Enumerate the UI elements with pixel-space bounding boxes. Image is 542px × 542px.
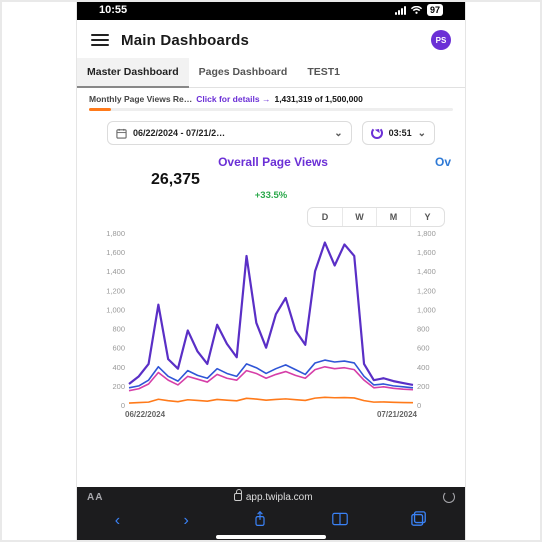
delta-value: +33.5% xyxy=(91,190,451,201)
period-switcher: D W M Y xyxy=(307,207,445,227)
svg-text:1,400: 1,400 xyxy=(417,267,436,276)
period-day[interactable]: D xyxy=(308,208,342,226)
x-axis-end: 07/21/2024 xyxy=(377,410,417,419)
address-bar[interactable]: app.twipla.com xyxy=(234,492,313,503)
tab-pages-dashboard[interactable]: Pages Dashboard xyxy=(189,58,298,87)
total-value: 26,375 xyxy=(151,171,451,189)
status-time: 10:55 xyxy=(99,4,127,16)
svg-text:1,800: 1,800 xyxy=(106,229,125,238)
date-range-picker[interactable]: 06/22/2024 - 07/21/2… ⌄ xyxy=(107,121,352,145)
nav-forward-button[interactable]: › xyxy=(184,513,189,529)
tab-master-dashboard[interactable]: Master Dashboard xyxy=(77,58,189,88)
menu-icon[interactable] xyxy=(91,31,109,49)
tab-test1[interactable]: TEST1 xyxy=(297,58,350,87)
svg-text:200: 200 xyxy=(417,382,430,391)
svg-text:600: 600 xyxy=(417,344,430,353)
svg-text:1,800: 1,800 xyxy=(417,229,436,238)
svg-text:1,000: 1,000 xyxy=(106,305,125,314)
quota-row[interactable]: Monthly Page Views Re… Click for details… xyxy=(77,88,465,108)
share-button[interactable] xyxy=(252,511,268,531)
battery-icon: 97 xyxy=(427,4,443,16)
svg-text:400: 400 xyxy=(417,363,430,372)
wifi-icon xyxy=(410,6,423,15)
line-chart: 0 0 200 200 400 400 600 600 800 800 1,000 1,000 1,20… xyxy=(91,229,451,419)
svg-text:800: 800 xyxy=(112,325,125,334)
chevron-down-icon: ⌄ xyxy=(418,128,426,139)
period-week[interactable]: W xyxy=(342,208,376,226)
bookmarks-button[interactable] xyxy=(332,512,348,530)
dashboard-tabs: Master Dashboard Pages Dashboard TEST1 xyxy=(77,58,465,88)
period-year[interactable]: Y xyxy=(410,208,444,226)
ios-status-bar: 10:55 97 xyxy=(77,0,465,20)
avatar[interactable]: PS xyxy=(431,30,451,50)
calendar-icon xyxy=(116,128,127,139)
chart-title: Overall Page Views xyxy=(121,155,425,169)
svg-text:0: 0 xyxy=(121,401,125,410)
page-views-card: Overall Page Views Ov 26,375 +33.5% D W … xyxy=(91,155,451,487)
x-axis-start: 06/22/2024 xyxy=(125,410,165,419)
tabs-button[interactable] xyxy=(411,511,427,531)
svg-text:1,200: 1,200 xyxy=(106,286,125,295)
svg-text:1,000: 1,000 xyxy=(417,305,436,314)
safari-chrome: AA app.twipla.com ‹ › xyxy=(77,487,465,542)
svg-text:400: 400 xyxy=(112,363,125,372)
svg-text:1,600: 1,600 xyxy=(106,248,125,257)
quota-label: Monthly Page Views Re… xyxy=(89,94,192,104)
svg-text:1,400: 1,400 xyxy=(106,267,125,276)
home-indicator[interactable] xyxy=(216,535,326,539)
page-title: Main Dashboards xyxy=(121,32,419,49)
quota-link[interactable]: Click for details → xyxy=(196,94,270,104)
svg-text:0: 0 xyxy=(417,401,421,410)
refresh-control[interactable]: 03:51 ⌄ xyxy=(362,121,435,145)
svg-text:1,600: 1,600 xyxy=(417,248,436,257)
quota-progress xyxy=(89,108,453,111)
text-size-button[interactable]: AA xyxy=(87,492,103,503)
quota-value: 1,431,319 of 1,500,000 xyxy=(274,94,362,104)
chevron-down-icon: ⌄ xyxy=(334,128,342,139)
svg-text:200: 200 xyxy=(112,382,125,391)
next-card-peek[interactable]: Ov xyxy=(435,155,451,169)
reload-icon[interactable] xyxy=(443,491,455,503)
svg-text:1,200: 1,200 xyxy=(417,286,436,295)
lock-icon xyxy=(234,493,242,501)
svg-text:800: 800 xyxy=(417,325,430,334)
svg-text:600: 600 xyxy=(112,344,125,353)
cellular-icon xyxy=(395,6,406,15)
url-domain: app.twipla.com xyxy=(246,492,313,503)
refresh-icon xyxy=(371,127,383,139)
refresh-time: 03:51 xyxy=(389,128,412,138)
period-month[interactable]: M xyxy=(376,208,410,226)
date-range-text: 06/22/2024 - 07/21/2… xyxy=(133,128,225,138)
nav-back-button[interactable]: ‹ xyxy=(115,513,120,529)
